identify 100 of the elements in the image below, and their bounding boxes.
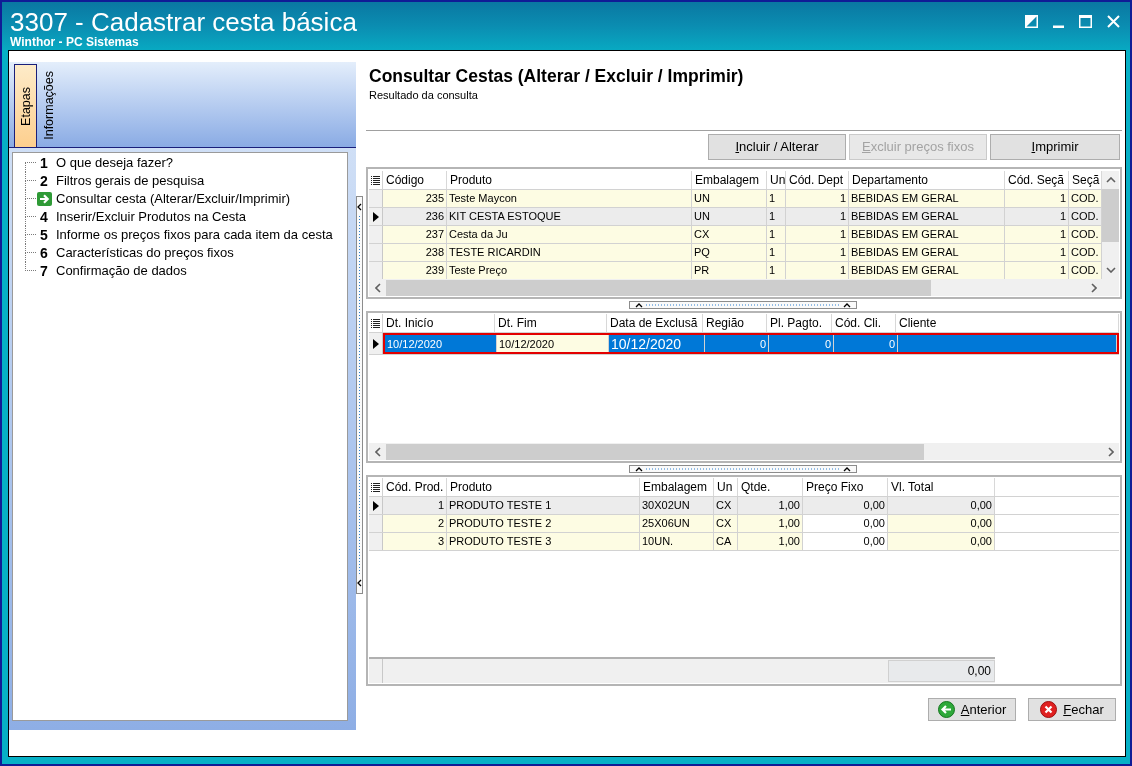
triangle-right-icon	[372, 211, 379, 222]
column-header[interactable]: Código	[383, 171, 447, 189]
row-selector[interactable]	[369, 333, 383, 354]
side-tab[interactable]: Informações	[37, 64, 60, 147]
table-cell: 1	[786, 244, 849, 261]
chevron-down-icon[interactable]	[1105, 267, 1116, 273]
column-header[interactable]: Cód. Cli.	[832, 314, 896, 332]
table-cell: 1	[767, 226, 786, 243]
scrollbar-thumb[interactable]	[386, 443, 924, 460]
row-selector[interactable]	[369, 208, 383, 225]
row-selector[interactable]	[369, 497, 383, 514]
table-row[interactable]: 10/12/2020 10/12/2020 10/12/2020 0 0 0	[383, 333, 1119, 354]
table-row[interactable]: 2 PRODUTO TESTE 2 25X06UN CX 1,00 0,00 0,00	[383, 515, 995, 532]
window-subtitle: Winthor - PC Sistemas	[10, 36, 140, 48]
step-label: O que deseja fazer?	[56, 155, 174, 171]
table-cell: 3	[383, 533, 447, 550]
step-number: 1	[40, 155, 48, 171]
table-row[interactable]: 3 PRODUTO TESTE 3 10UN. CA 1,00 0,00 0,00	[383, 533, 995, 550]
table-cell: 1	[786, 226, 849, 243]
splitter-handle[interactable]	[629, 301, 857, 309]
table-cell: 0,00	[888, 533, 995, 550]
column-header[interactable]: Departamento	[849, 171, 1005, 189]
column-header[interactable]: Região	[703, 314, 767, 332]
nav-button[interactable]: Anterior	[928, 698, 1016, 721]
side-tab[interactable]: Etapas	[14, 64, 37, 147]
step-label: Confirmação de dados	[56, 263, 187, 279]
table-cell: KIT CESTA ESTOQUE	[447, 208, 692, 225]
page-subheading: Resultado da consulta	[369, 89, 479, 102]
table-cell: 0,00	[803, 497, 888, 514]
list-icon[interactable]	[371, 175, 380, 185]
table-cell: 10/12/2020	[609, 335, 705, 352]
column-header[interactable]: Cliente	[896, 314, 1119, 332]
table-cell: BEBIDAS EM GERAL	[849, 208, 1005, 225]
column-header[interactable]: Dt. Inicío	[383, 314, 495, 332]
table-cell: 0	[705, 335, 769, 352]
table-row[interactable]: 239 Teste Preço PR 1 1 BEBIDAS EM GERAL 1 COD.	[383, 262, 1102, 279]
chevron-left-icon[interactable]	[374, 282, 381, 293]
column-header[interactable]: Embalagem	[692, 171, 767, 189]
step-number: 6	[40, 245, 48, 261]
splitter-handle[interactable]	[356, 196, 363, 594]
triangle-right-icon	[372, 500, 379, 511]
table-cell: 235	[383, 190, 447, 207]
close-icon[interactable]	[1107, 14, 1120, 28]
splitter-handle[interactable]	[629, 465, 857, 473]
table-cell: CX	[714, 515, 738, 532]
list-icon[interactable]	[371, 318, 380, 328]
chevron-right-icon[interactable]	[1107, 446, 1114, 457]
column-header[interactable]: Dt. Fim	[495, 314, 607, 332]
table-cell: Teste Maycon	[447, 190, 692, 207]
column-header[interactable]: Un	[767, 171, 786, 189]
column-header[interactable]: Vl. Total	[888, 478, 995, 496]
step-label: Consultar cesta (Alterar/Excluir/Imprimir)	[56, 191, 291, 207]
step-label: Inserir/Excluir Produtos na Cesta	[56, 209, 247, 225]
column-header[interactable]: Pl. Pagto.	[767, 314, 832, 332]
scrollbar-thumb[interactable]	[386, 279, 931, 296]
column-header[interactable]: Cód. Dept	[786, 171, 849, 189]
action-button[interactable]: Imprimir	[990, 134, 1120, 160]
column-header[interactable]: Qtde.	[738, 478, 803, 496]
column-header[interactable]: Produto	[447, 171, 692, 189]
total-value: 0,00	[888, 660, 995, 682]
table-cell: 238	[383, 244, 447, 261]
table-cell: PQ	[692, 244, 767, 261]
scrollbar-thumb[interactable]	[1102, 189, 1119, 242]
table-cell: PRODUTO TESTE 3	[447, 533, 640, 550]
step-label: Características do preços fixos	[56, 245, 234, 261]
table-cell: PRODUTO TESTE 1	[447, 497, 640, 514]
table-cell: CX	[714, 497, 738, 514]
column-header[interactable]: Un	[714, 478, 738, 496]
vertical-scrollbar[interactable]	[1102, 171, 1119, 279]
page-heading: Consultar Cestas (Alterar / Excluir / Imprimir)	[369, 66, 745, 87]
nav-button[interactable]: Fechar	[1028, 698, 1116, 721]
chevron-left-icon[interactable]	[374, 446, 381, 457]
table-row[interactable]: 236 KIT CESTA ESTOQUE UN 1 1 BEBIDAS EM GERAL 1 COD.	[383, 208, 1102, 225]
table-row[interactable]: 235 Teste Maycon UN 1 1 BEBIDAS EM GERAL 1 COD.	[383, 190, 1102, 207]
column-header[interactable]: Preço Fixo	[803, 478, 888, 496]
table-cell: BEBIDAS EM GERAL	[849, 226, 1005, 243]
half-filled-square-icon[interactable]	[1025, 14, 1038, 28]
maximize-icon[interactable]	[1079, 14, 1092, 28]
table-cell: BEBIDAS EM GERAL	[849, 244, 1005, 261]
table-row[interactable]: 237 Cesta da Ju CX 1 1 BEBIDAS EM GERAL 1 COD.	[383, 226, 1102, 243]
table-cell: 0,00	[803, 515, 888, 532]
triangle-right-icon	[372, 338, 379, 349]
table-row[interactable]: 238 TESTE RICARDIN PQ 1 1 BEBIDAS EM GERAL 1 COD.	[383, 244, 1102, 261]
table-row[interactable]: 1 PRODUTO TESTE 1 30X02UN CX 1,00 0,00 0,00	[383, 497, 995, 514]
table-cell: 1	[383, 497, 447, 514]
chevron-up-icon[interactable]	[1105, 177, 1116, 183]
list-icon[interactable]	[371, 482, 380, 492]
column-header[interactable]: Data de Exclusã	[607, 314, 703, 332]
table-cell: 1	[1005, 244, 1069, 261]
horizontal-scrollbar[interactable]	[369, 443, 1119, 460]
column-header[interactable]: Cód. Seçã	[1005, 171, 1069, 189]
column-header[interactable]: Embalagem	[640, 478, 714, 496]
horizontal-scrollbar[interactable]	[369, 279, 1102, 296]
table-cell: 1	[767, 190, 786, 207]
table-cell: 0	[769, 335, 834, 352]
chevron-right-icon[interactable]	[1090, 282, 1097, 293]
action-button[interactable]: Incluir / Alterar	[708, 134, 846, 160]
table-cell: 10/12/2020	[497, 335, 609, 352]
column-header[interactable]: Produto	[447, 478, 640, 496]
column-header[interactable]: Cód. Prod.	[383, 478, 447, 496]
